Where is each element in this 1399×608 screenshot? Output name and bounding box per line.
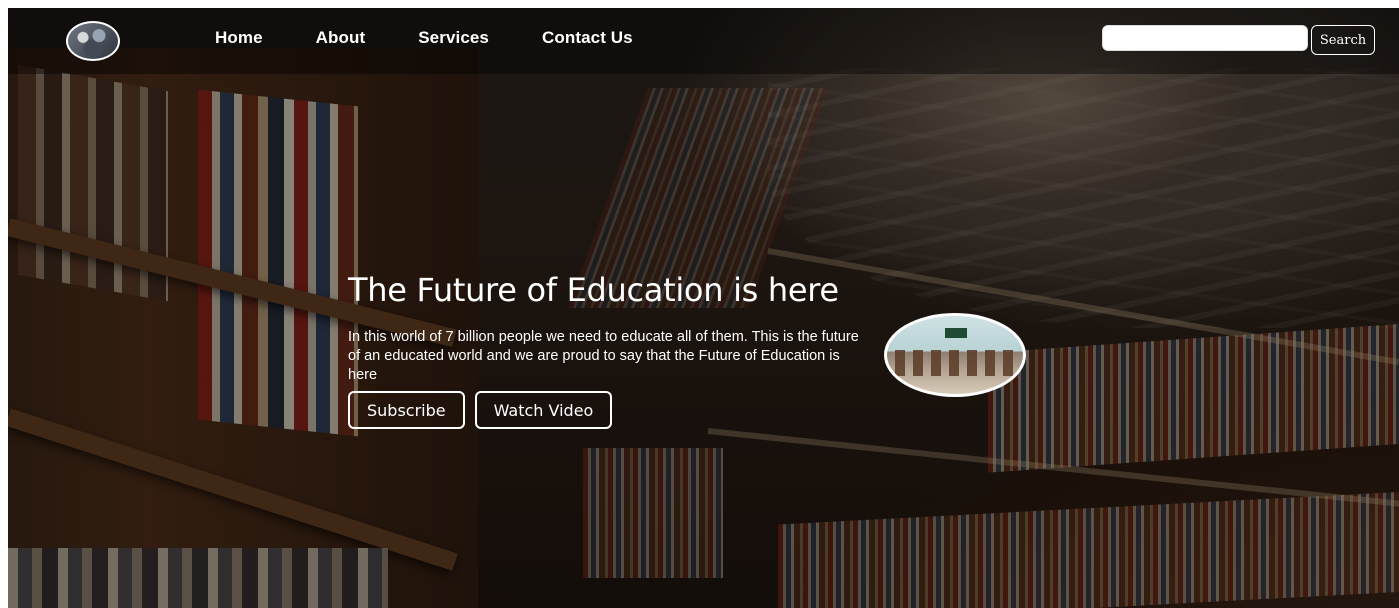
hero-title: The Future of Education is here [348,271,839,309]
classroom-image [884,313,1026,397]
nav-link-services[interactable]: Services [418,28,489,48]
watch-video-button[interactable]: Watch Video [474,391,613,429]
classroom-chalkboard [945,328,967,338]
nav-link-home[interactable]: Home [215,28,263,48]
nav-link-contact-us[interactable]: Contact Us [542,28,633,48]
search-input[interactable] [1102,25,1308,51]
nav-link-about[interactable]: About [316,28,366,48]
hero-buttons: Subscribe Watch Video [348,391,868,429]
nav-links: Home About Services Contact Us [215,28,686,48]
hero-description: In this world of 7 billion people we nee… [348,329,859,383]
subscribe-button[interactable]: Subscribe [348,391,465,429]
logo-image[interactable] [66,21,120,61]
navbar: Home About Services Contact Us Search [8,8,1399,74]
classroom-desks [895,350,1015,376]
page-viewport: Home About Services Contact Us Search Th… [8,8,1399,608]
search-button[interactable]: Search [1311,25,1375,55]
hero-section: The Future of Education is here In this … [348,268,868,429]
